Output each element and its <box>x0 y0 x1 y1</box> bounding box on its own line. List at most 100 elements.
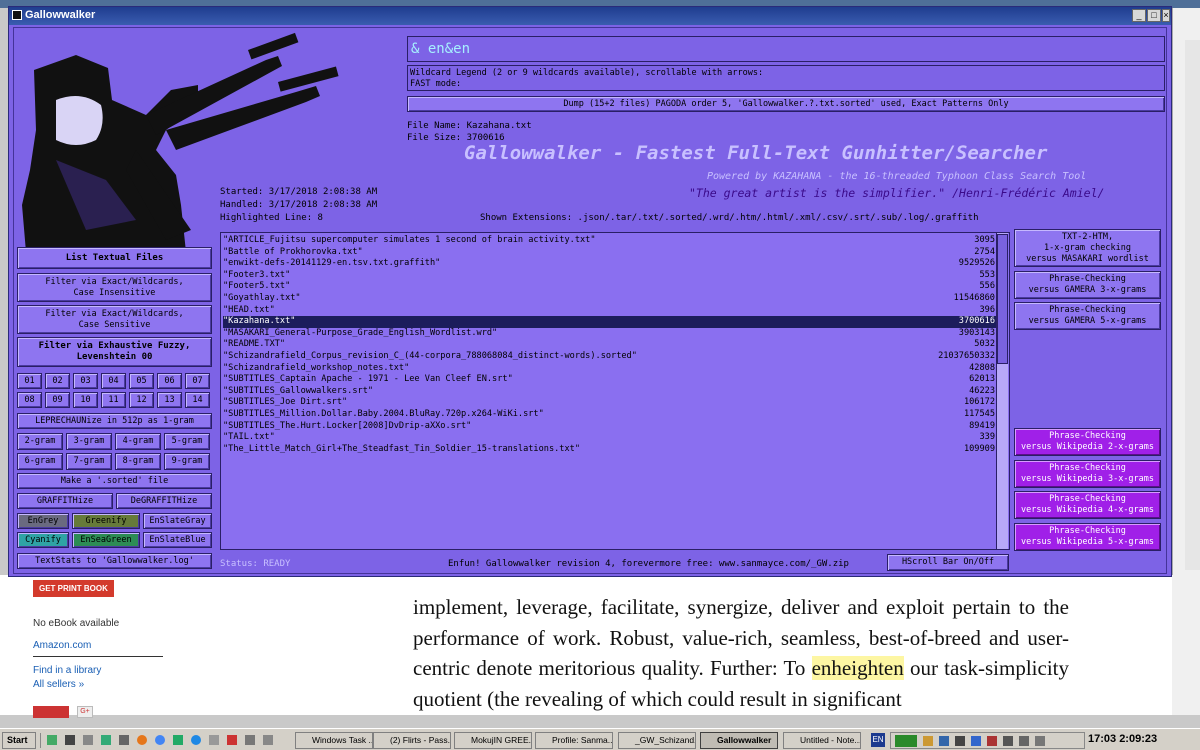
enslateblue-button[interactable]: EnSlateBlue <box>143 532 212 548</box>
levenshtein-3-button[interactable]: 03 <box>73 373 98 389</box>
taskbar-item[interactable]: MokujIN GREE... <box>454 732 532 749</box>
title-bar[interactable]: Gallowwalker _ □ × <box>9 7 1171 25</box>
minimize-icon[interactable]: _ <box>1132 9 1146 22</box>
taskbar-item[interactable]: _GW_Schizand... <box>618 732 696 749</box>
app-icon-7[interactable] <box>245 735 255 745</box>
greenify-button[interactable]: Greenify <box>72 513 140 529</box>
close-icon[interactable]: × <box>1162 9 1170 22</box>
phrase-wikipedia-5-button[interactable]: Phrase-Checking versus Wikipedia 5-x-gram… <box>1014 522 1161 551</box>
graffithize-button[interactable]: GRAFFITHize <box>17 493 113 509</box>
engrey-button[interactable]: EnGrey <box>17 513 69 529</box>
taskbar-item[interactable]: Profile: Sanma... <box>535 732 613 749</box>
file-row[interactable]: "SUBTITLES_Captain Apache - 1971 - Lee V… <box>223 374 999 386</box>
levenshtein-9-button[interactable]: 09 <box>45 392 70 408</box>
share-icon[interactable] <box>33 706 69 718</box>
list-textual-files-button[interactable]: List Textual Files <box>17 247 212 269</box>
phrase-gamera-5-button[interactable]: Phrase-Checking versus GAMERA 5-x-grams <box>1014 302 1161 330</box>
levenshtein-2-button[interactable]: 02 <box>45 373 70 389</box>
app-icon-6[interactable] <box>227 735 237 745</box>
file-row[interactable]: "HEAD.txt" 396 <box>223 305 999 317</box>
leprechaun-button[interactable]: LEPRECHAUNize in 512p as 1-gram <box>17 413 212 429</box>
tray-icon-4[interactable] <box>987 736 997 746</box>
maximize-icon[interactable]: □ <box>1147 9 1161 22</box>
search-input[interactable]: & en&en <box>411 41 470 57</box>
levenshtein-12-button[interactable]: 12 <box>129 392 154 408</box>
filter-fuzzy-button[interactable]: Filter via Exhaustive Fuzzy, Levenshtein … <box>17 337 212 367</box>
app-icon-8[interactable] <box>263 735 273 745</box>
bluetooth-icon[interactable] <box>971 736 981 746</box>
app-icon-5[interactable] <box>209 735 219 745</box>
levenshtein-10-button[interactable]: 10 <box>73 392 98 408</box>
find-library-link[interactable]: Find in a library <box>33 665 101 676</box>
textstats-button[interactable]: TextStats to 'Gallowwalker.log' <box>17 553 212 569</box>
file-row[interactable]: "Schizandrafield_Corpus_revision_C_(44-c… <box>223 351 999 363</box>
taskbar-item[interactable]: Untitled - Note... <box>783 732 861 749</box>
tray-icon-2[interactable] <box>939 736 949 746</box>
levenshtein-13-button[interactable]: 13 <box>157 392 182 408</box>
folder-icon[interactable] <box>83 735 93 745</box>
file-row[interactable]: "SUBTITLES_Joe Dirt.srt" 106172 <box>223 397 999 409</box>
gram-2-button[interactable]: 2-gram <box>17 433 63 450</box>
levenshtein-1-button[interactable]: 01 <box>17 373 42 389</box>
file-row[interactable]: "TAIL.txt" 339 <box>223 432 999 444</box>
file-row[interactable]: "Battle of Prokhorovka.txt" 2754 <box>223 247 999 259</box>
get-print-book-button[interactable]: GET PRINT BOOK <box>33 580 114 597</box>
tray-icon-1[interactable] <box>923 736 933 746</box>
levenshtein-5-button[interactable]: 05 <box>129 373 154 389</box>
txt2htm-button[interactable]: TXT-2-HTM, 1-x-gram checking versus MASAKA… <box>1014 229 1161 267</box>
cmd-icon[interactable] <box>65 735 75 745</box>
firefox-icon[interactable] <box>137 735 147 745</box>
levenshtein-6-button[interactable]: 06 <box>157 373 182 389</box>
network-icon[interactable] <box>1035 736 1045 746</box>
levenshtein-11-button[interactable]: 11 <box>101 392 126 408</box>
gram-9-button[interactable]: 9-gram <box>164 453 210 470</box>
wildcard-legend[interactable]: Wildcard Legend (2 or 9 wildcards availa… <box>407 65 1165 91</box>
levenshtein-4-button[interactable]: 04 <box>101 373 126 389</box>
volume-icon[interactable] <box>1019 736 1029 746</box>
file-row[interactable]: "Footer3.txt" 553 <box>223 270 999 282</box>
search-box[interactable]: & en&en <box>407 36 1165 62</box>
file-row[interactable]: "Footer5.txt" 556 <box>223 281 999 293</box>
tray-icon-3[interactable] <box>955 736 965 746</box>
file-list[interactable]: "ARTICLE_Fujitsu supercomputer simulates… <box>220 232 1010 550</box>
tray-icon-5[interactable] <box>1003 736 1013 746</box>
gram-3-button[interactable]: 3-gram <box>66 433 112 450</box>
make-sorted-button[interactable]: Make a '.sorted' file <box>17 473 212 489</box>
gram-8-button[interactable]: 8-gram <box>115 453 161 470</box>
gram-6-button[interactable]: 6-gram <box>17 453 63 470</box>
file-row[interactable]: "ARTICLE_Fujitsu supercomputer simulates… <box>223 235 999 247</box>
gram-5-button[interactable]: 5-gram <box>164 433 210 450</box>
file-row[interactable]: "SUBTITLES_Gallowwalkers.srt" 46223 <box>223 386 999 398</box>
file-row[interactable]: "SUBTITLES_Million.Dollar.Baby.2004.BluR… <box>223 409 999 421</box>
start-button[interactable]: Start <box>2 732 36 749</box>
file-row[interactable]: "The_Little_Match_Girl+The_Steadfast_Tin… <box>223 444 999 456</box>
app-icon-3[interactable] <box>119 735 129 745</box>
file-row[interactable]: "enwikt-defs-20141129-en.tsv.txt.graffit… <box>223 258 999 270</box>
taskbar-item[interactable]: (2) Flirts - Pass... <box>373 732 451 749</box>
levenshtein-14-button[interactable]: 14 <box>185 392 210 408</box>
filter-case-insensitive-button[interactable]: Filter via Exact/Wildcards, Case Insensit… <box>17 273 212 302</box>
file-row[interactable]: "Schizandrafield_workshop_notes.txt" 4280… <box>223 363 999 375</box>
enseagreen-button[interactable]: EnSeaGreen <box>72 532 140 548</box>
app-icon-2[interactable] <box>101 735 111 745</box>
app-icon-4[interactable] <box>173 735 183 745</box>
taskbar-item[interactable]: Windows Task ... <box>295 732 373 749</box>
background-scrollbar[interactable] <box>1185 40 1200 570</box>
gram-4-button[interactable]: 4-gram <box>115 433 161 450</box>
gram-7-button[interactable]: 7-gram <box>66 453 112 470</box>
list-scrollbar-thumb[interactable] <box>997 234 1008 364</box>
levenshtein-8-button[interactable]: 08 <box>17 392 42 408</box>
file-row[interactable]: "MASAKARI_General-Purpose_Grade_English_… <box>223 328 999 340</box>
cyanify-button[interactable]: Cyanify <box>17 532 69 548</box>
ie-icon[interactable] <box>191 735 201 745</box>
google-plus-icon[interactable]: G+ <box>77 706 93 718</box>
chrome-icon[interactable] <box>155 735 165 745</box>
amazon-link[interactable]: Amazon.com <box>33 640 91 651</box>
filter-case-sensitive-button[interactable]: Filter via Exact/Wildcards, Case Sensitiv… <box>17 305 212 334</box>
quicklaunch-icon[interactable] <box>47 735 57 745</box>
phrase-wikipedia-3-button[interactable]: Phrase-Checking versus Wikipedia 3-x-gram… <box>1014 459 1161 488</box>
tray-meter-icon[interactable] <box>895 735 917 747</box>
enslategray-button[interactable]: EnSlateGray <box>143 513 212 529</box>
language-indicator[interactable]: EN <box>871 733 885 747</box>
phrase-wikipedia-2-button[interactable]: Phrase-Checking versus Wikipedia 2-x-gram… <box>1014 428 1161 456</box>
